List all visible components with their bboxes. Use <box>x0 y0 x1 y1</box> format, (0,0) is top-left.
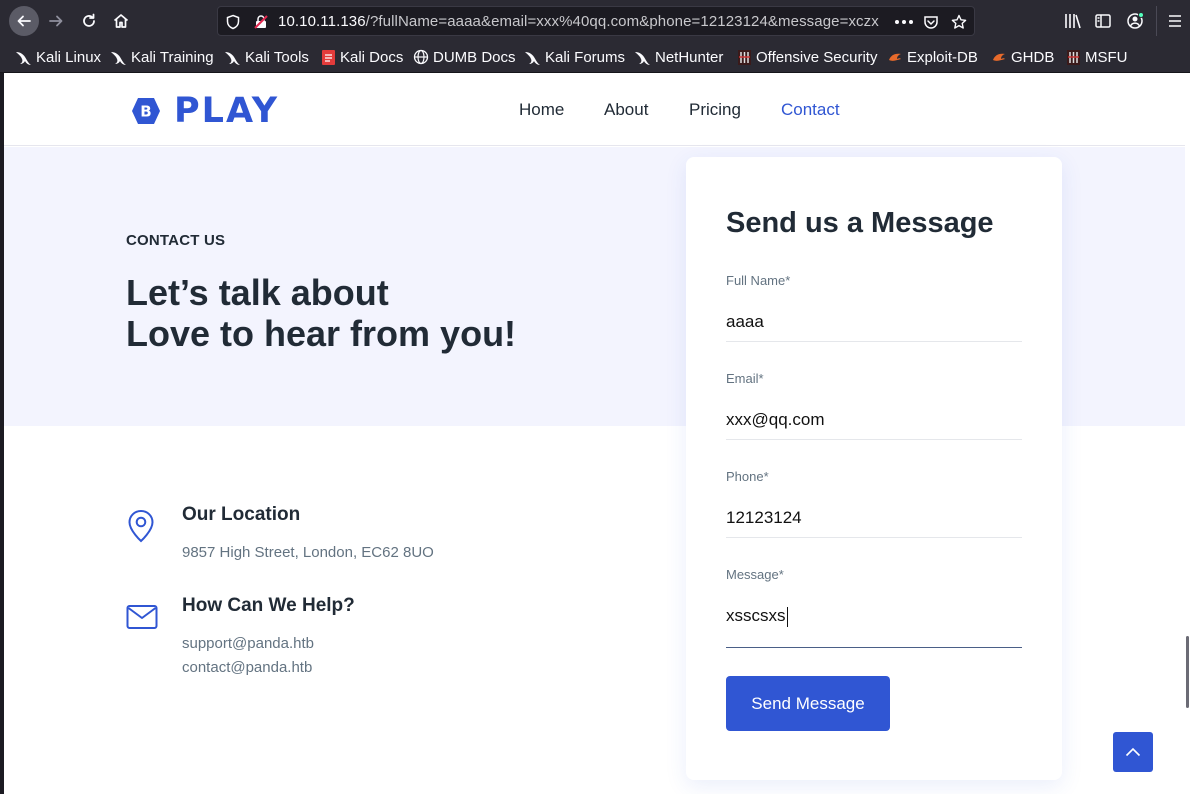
logo-badge-letter: B <box>140 103 151 121</box>
nav-pricing[interactable]: Pricing <box>689 100 741 120</box>
bookmark-label: DUMB Docs <box>433 48 516 66</box>
map-pin-icon <box>128 509 154 543</box>
headline-line-1: Let’s talk about <box>126 272 389 313</box>
reload-button[interactable] <box>74 6 104 36</box>
bookmark-label: Exploit-DB <box>907 48 978 66</box>
help-email-support[interactable]: support@panda.htb <box>182 635 314 652</box>
section-headline: Let’s talk about Love to hear from you! <box>126 272 516 354</box>
message-textarea[interactable]: xsscsxs <box>726 596 1022 648</box>
site-navbar: B PLAY Home About Pricing Contact <box>4 73 1185 146</box>
bookmark-dumb-docs[interactable]: DUMB Docs <box>413 47 516 67</box>
email-label: Email* <box>726 371 764 386</box>
logo-badge-icon: B <box>132 98 160 124</box>
insecure-lock-icon[interactable] <box>253 14 269 30</box>
address-bar[interactable]: 10.10.11.136/?fullName=aaaa&email=xxx%40… <box>217 6 975 36</box>
kali-docs-icon <box>322 49 335 65</box>
shield-icon[interactable] <box>226 14 240 30</box>
contact-form-card: Send us a Message Full Name* Email* Phon… <box>686 157 1062 780</box>
site-logo[interactable]: B PLAY <box>130 91 279 131</box>
location-address: 9857 High Street, London, EC62 8UO <box>182 544 434 561</box>
arrow-right-icon <box>49 15 63 27</box>
fullname-field: Full Name* <box>726 273 1022 342</box>
forward-button[interactable] <box>41 6 71 36</box>
bookmark-exploit-db[interactable]: Exploit-DB <box>887 47 978 67</box>
menu-icon[interactable] <box>1168 14 1182 28</box>
kali-dragon-icon <box>16 51 31 65</box>
message-label: Message* <box>726 567 784 582</box>
form-title: Send us a Message <box>726 207 994 239</box>
bookmark-label: GHDB <box>1011 48 1055 66</box>
url-host: 10.10.11.136 <box>278 13 366 30</box>
nav-about[interactable]: About <box>604 100 648 120</box>
scrollbar-thumb[interactable] <box>1186 636 1189 708</box>
kali-dragon-icon <box>225 51 240 65</box>
fullname-input[interactable] <box>726 302 1022 342</box>
bookmark-kali-tools[interactable]: Kali Tools <box>224 47 309 67</box>
help-title: How Can We Help? <box>182 595 355 616</box>
page-viewport: B PLAY Home About Pricing Contact CONTAC… <box>4 73 1185 794</box>
home-button[interactable] <box>106 6 136 36</box>
email-field: Email* <box>726 371 1022 440</box>
bookmark-kali-forums[interactable]: Kali Forums <box>524 47 625 67</box>
home-icon <box>113 14 129 28</box>
back-button[interactable] <box>9 6 39 36</box>
sidebar-icon[interactable] <box>1095 13 1111 29</box>
bookmark-star-icon[interactable] <box>951 14 967 30</box>
globe-icon <box>413 49 429 65</box>
phone-input[interactable] <box>726 498 1022 538</box>
bookmark-label: NetHunter <box>655 48 724 66</box>
phone-field: Phone* <box>726 469 1022 538</box>
bookmark-offensive-security[interactable]: Offensive Security <box>737 47 877 67</box>
reload-icon <box>83 13 95 27</box>
phone-label: Phone* <box>726 469 769 484</box>
fullname-label: Full Name* <box>726 273 791 288</box>
url-text[interactable]: 10.10.11.136/?fullName=aaaa&email=xxx%40… <box>278 13 888 30</box>
nav-contact[interactable]: Contact <box>781 100 840 120</box>
bookmark-label: Offensive Security <box>756 48 878 66</box>
message-value: xsscsxs <box>726 606 786 625</box>
page-actions-icon[interactable] <box>894 19 914 25</box>
headline-line-2: Love to hear from you! <box>126 313 517 354</box>
mail-icon <box>126 605 158 629</box>
bookmark-label: Kali Forums <box>545 48 626 66</box>
section-eyebrow: CONTACT US <box>126 232 226 249</box>
bookmark-label: Kali Linux <box>36 48 102 66</box>
location-title: Our Location <box>182 504 301 525</box>
nav-home[interactable]: Home <box>519 100 564 120</box>
back-to-top-button[interactable] <box>1113 732 1153 772</box>
bookmark-ghdb[interactable]: GHDB <box>991 47 1054 67</box>
library-icon[interactable] <box>1064 13 1082 29</box>
browser-toolbar: 10.10.11.136/?fullName=aaaa&email=xxx%40… <box>0 0 1190 42</box>
bookmarks-toolbar: Kali Linux Kali Training Kali Tools Kali… <box>0 42 1190 73</box>
bookmark-label: Kali Tools <box>245 48 309 66</box>
bookmark-kali-linux[interactable]: Kali Linux <box>15 47 101 67</box>
bookmark-kali-training[interactable]: Kali Training <box>110 47 214 67</box>
kali-dragon-icon <box>635 51 650 65</box>
pocket-icon[interactable] <box>923 14 939 30</box>
help-email-contact[interactable]: contact@panda.htb <box>182 659 312 676</box>
bookmark-label: MSFU <box>1085 48 1128 66</box>
email-input[interactable] <box>726 400 1022 440</box>
kali-dragon-icon <box>525 51 540 65</box>
exploit-db-icon <box>993 53 1005 61</box>
bookmark-kali-docs[interactable]: Kali Docs <box>321 47 403 67</box>
message-field: Message* xsscsxs <box>726 567 1022 648</box>
bookmark-msfu[interactable]: MSFU <box>1066 47 1128 67</box>
kali-dragon-icon <box>111 51 126 65</box>
arrow-left-icon <box>17 15 31 27</box>
offsec-icon <box>738 49 751 65</box>
bookmark-label: Kali Training <box>131 48 214 66</box>
exploit-db-icon <box>889 53 901 61</box>
offsec-icon <box>1067 49 1080 65</box>
send-message-button[interactable]: Send Message <box>726 676 890 731</box>
logo-text: PLAY <box>174 91 280 131</box>
account-icon[interactable] <box>1126 12 1144 30</box>
bookmark-label: Kali Docs <box>340 48 404 66</box>
bookmark-nethunter[interactable]: NetHunter <box>634 47 723 67</box>
text-caret <box>786 606 788 627</box>
url-path: /?fullName=aaaa&email=xxx%40qq.com&phone… <box>365 13 879 30</box>
chevron-up-icon <box>1125 747 1141 757</box>
